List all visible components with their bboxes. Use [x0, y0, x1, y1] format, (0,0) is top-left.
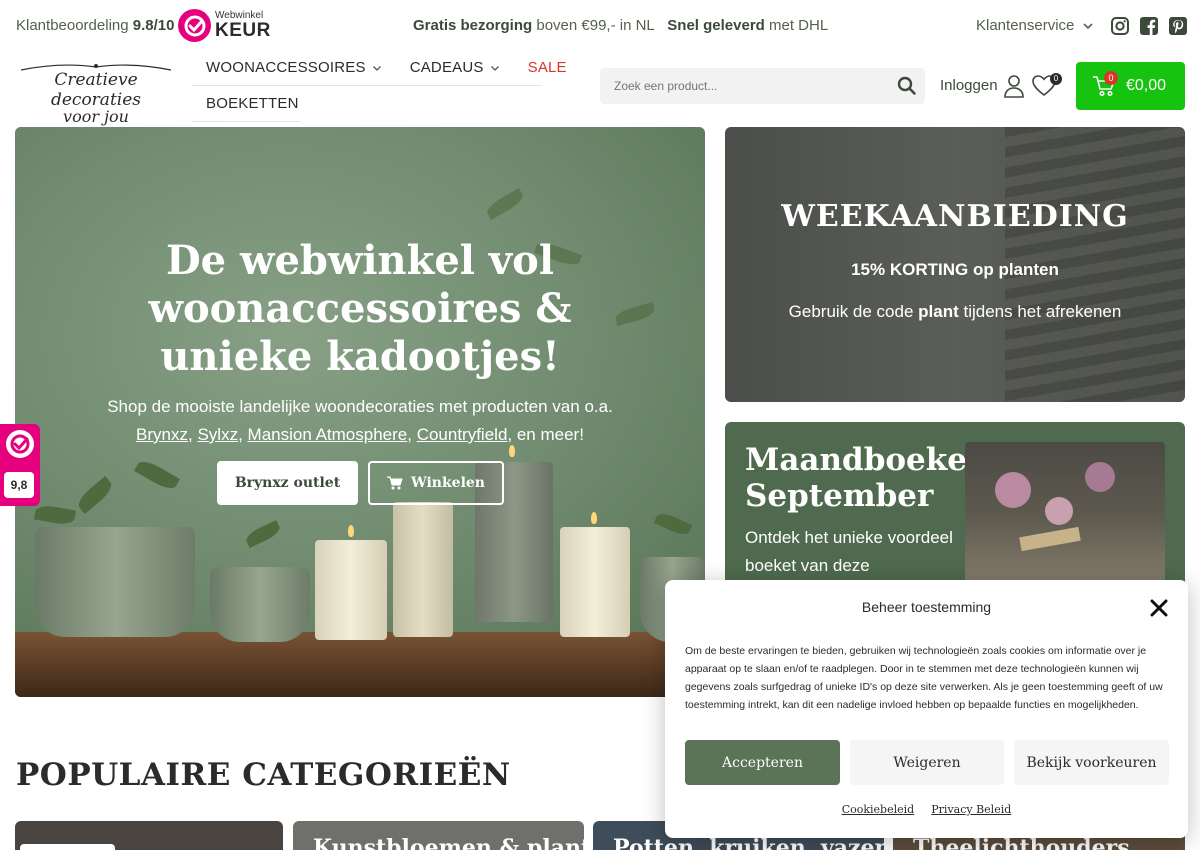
monthly-bouquet-text: Ontdek het unieke voordeel boeket van de… — [745, 528, 953, 575]
plant-pot — [210, 567, 310, 642]
candle-flame — [591, 512, 597, 524]
weekly-offer-subtitle: 15% KORTING op planten — [851, 260, 1059, 279]
site-logo[interactable]: Creatieve decoraties voor jou — [16, 62, 176, 126]
view-preferences-button[interactable]: Bekijk voorkeuren — [1014, 740, 1169, 785]
candle — [560, 527, 630, 637]
code-suffix: tijdens het afrekenen — [958, 302, 1122, 321]
hero-banner: De webwinkel vol woonaccessoires & uniek… — [15, 127, 705, 697]
flower-shape — [1045, 497, 1073, 525]
cart-icon — [387, 476, 403, 490]
cookie-policy-link[interactable]: Cookiebeleid — [842, 803, 915, 816]
logo-text-line2: voor jou — [63, 107, 129, 126]
plant-pot — [35, 527, 195, 637]
candle — [393, 502, 453, 637]
ribbon-shape — [1019, 526, 1081, 552]
monthly-bouquet-title: Maandboeket September — [745, 442, 982, 514]
chevron-down-icon — [372, 65, 381, 71]
customer-service-label: Klantenservice — [976, 17, 1075, 34]
brand-link-sylxz[interactable]: Sylxz — [197, 425, 238, 444]
hero-subtitle-intro: Shop de mooiste landelijke woondecoratie… — [107, 397, 613, 416]
logo-text-line1: Creatieve decoraties — [50, 70, 141, 110]
nav-item-label: CADEAUS — [409, 59, 484, 76]
candle-flame — [348, 525, 354, 537]
brynxz-outlet-button[interactable]: Brynxz outlet — [217, 461, 358, 505]
hero-subtitle: Shop de mooiste landelijke woondecoratie… — [107, 397, 613, 444]
shipping-promo: Gratis bezorging boven €99,- in NL Snel … — [413, 17, 828, 34]
category-card[interactable]: Kunstbloemen & planten — [293, 821, 584, 850]
brand-link-brynxz[interactable]: Brynxz — [136, 425, 188, 444]
candle — [315, 540, 387, 640]
chevron-down-icon — [490, 65, 499, 71]
keur-check-icon — [6, 430, 34, 458]
nav-item-label: SALE — [527, 59, 567, 76]
top-bar: Klantbeoordeling 9.8/10 Webwinkel KEUR G… — [0, 0, 1200, 56]
category-card[interactable] — [15, 821, 283, 850]
nav-item-sale[interactable]: SALE — [514, 59, 581, 76]
social-links — [1110, 16, 1188, 36]
cart-button[interactable]: €0,00 — [1076, 62, 1185, 110]
weekly-offer-code-text: Gebruik de code plant tijdens het afreke… — [725, 302, 1185, 322]
wishlist-count-badge: 0 — [1050, 73, 1062, 85]
chevron-down-icon — [1083, 22, 1093, 29]
search-icon[interactable] — [897, 76, 917, 96]
keur-big-text: KEUR — [215, 20, 271, 41]
logo-ornament-icon — [21, 64, 171, 71]
hero-title: De webwinkel vol woonaccessoires & uniek… — [148, 237, 572, 380]
keur-score: 9,8 — [4, 472, 34, 498]
brand-link-mansion-atmosphere[interactable]: Mansion Atmosphere — [248, 425, 408, 444]
category-tag — [20, 844, 115, 850]
privacy-policy-link[interactable]: Privacy Beleid — [931, 803, 1011, 816]
cookie-consent-dialog: Beheer toestemming Om de beste ervaringe… — [665, 580, 1188, 838]
hero-shelf — [15, 632, 705, 697]
keur-side-badge[interactable]: 9,8 — [0, 424, 40, 506]
shop-button-label: Winkelen — [411, 475, 485, 491]
customer-service-menu[interactable]: Klantenservice — [976, 17, 1094, 34]
nav-item-woonaccessoires[interactable]: WOONACCESSOIRES — [192, 59, 396, 76]
monthly-bouquet-banner[interactable]: Maandboeket September Ontdek het unieke … — [725, 422, 1185, 592]
promo-fast-delivery: Snel geleverd — [667, 17, 765, 34]
nav-item-boeketten[interactable]: BOEKETTEN — [192, 95, 313, 112]
keur-check-icon — [178, 9, 211, 42]
user-icon[interactable] — [1003, 74, 1025, 98]
brand-link-countryfield[interactable]: Countryfield — [417, 425, 508, 444]
deny-button[interactable]: Weigeren — [850, 740, 1004, 785]
accept-button[interactable]: Accepteren — [685, 740, 840, 785]
nav-item-label: BOEKETTEN — [206, 95, 299, 112]
consent-links: Cookiebeleid Privacy Beleid — [665, 803, 1188, 816]
weekly-offer-banner[interactable]: WEEKAANBIEDING 15% KORTING op planten Ge… — [725, 127, 1185, 402]
main-navigation: WOONACCESSOIRES CADEAUS SALE BOEKETTEN — [192, 50, 567, 122]
instagram-icon[interactable] — [1110, 16, 1130, 36]
consent-body: Om de beste ervaringen te bieden, gebrui… — [685, 645, 1163, 711]
promo-threshold: boven €99,- in NL — [532, 17, 655, 34]
login-link[interactable]: Inloggen — [940, 77, 998, 94]
search-input[interactable] — [600, 79, 870, 93]
rating-value: 9.8/10 — [132, 17, 175, 34]
weekly-offer-title: WEEKAANBIEDING — [781, 199, 1129, 234]
facebook-icon[interactable] — [1139, 16, 1159, 36]
flower-shape — [1085, 462, 1115, 492]
promo-carrier: met DHL — [764, 17, 829, 34]
pinterest-icon[interactable] — [1168, 16, 1188, 36]
shop-button[interactable]: Winkelen — [368, 461, 504, 505]
bouquet-image — [965, 442, 1165, 592]
popular-categories-title: POPULAIRE CATEGORIEËN — [16, 757, 511, 793]
customer-rating: Klantbeoordeling 9.8/10 — [16, 17, 174, 34]
nav-item-cadeaus[interactable]: CADEAUS — [396, 59, 514, 76]
rating-label: Klantbeoordeling — [16, 17, 129, 34]
discount-code: plant — [918, 302, 959, 321]
hero-subtitle-outro: , en meer! — [507, 425, 584, 444]
webwinkel-keur-logo[interactable]: Webwinkel KEUR — [178, 9, 271, 42]
category-label: Kunstbloemen & planten — [313, 835, 584, 850]
cart-total: €0,00 — [1126, 77, 1167, 94]
promo-free-shipping: Gratis bezorging — [413, 17, 533, 34]
code-prefix: Gebruik de code — [788, 302, 919, 321]
consent-title: Beheer toestemming — [861, 599, 992, 615]
flower-shape — [995, 472, 1031, 508]
search-bar — [600, 68, 925, 104]
nav-item-label: WOONACCESSOIRES — [206, 59, 366, 76]
cart-count-badge: 0 — [1104, 71, 1118, 85]
close-icon[interactable] — [1149, 598, 1169, 618]
